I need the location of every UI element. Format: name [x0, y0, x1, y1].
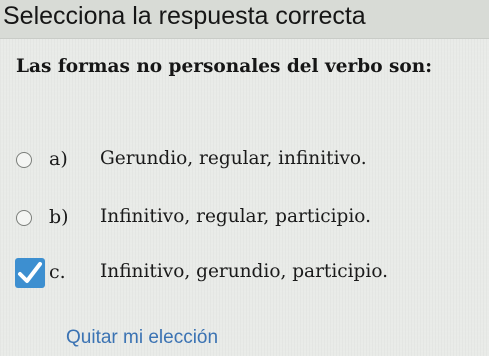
radio-button-b[interactable]: [16, 210, 32, 226]
selected-radio-c[interactable]: [15, 258, 45, 288]
radio-button-a[interactable]: [16, 152, 32, 168]
option-label-a: Gerundio, regular, infinitivo.: [100, 148, 367, 169]
question-text: Las formas no personales del verbo son:: [16, 56, 433, 77]
option-b[interactable]: b) Infinitivo, regular, participio.: [0, 201, 489, 237]
header-bar: Selecciona la respuesta correcta: [0, 0, 489, 39]
page-title: Selecciona la respuesta correcta: [3, 2, 366, 30]
clear-choice-link[interactable]: Quitar mi elección: [66, 327, 218, 349]
option-label-c: Infinitivo, gerundio, participio.: [100, 261, 389, 282]
option-letter-b: b): [49, 206, 69, 228]
option-letter-c: c.: [49, 261, 66, 283]
option-c[interactable]: c. Infinitivo, gerundio, participio.: [0, 256, 489, 292]
option-a[interactable]: a) Gerundio, regular, infinitivo.: [0, 143, 489, 179]
option-letter-a: a): [49, 148, 68, 170]
check-icon: [18, 262, 42, 283]
option-label-b: Infinitivo, regular, participio.: [100, 206, 371, 227]
